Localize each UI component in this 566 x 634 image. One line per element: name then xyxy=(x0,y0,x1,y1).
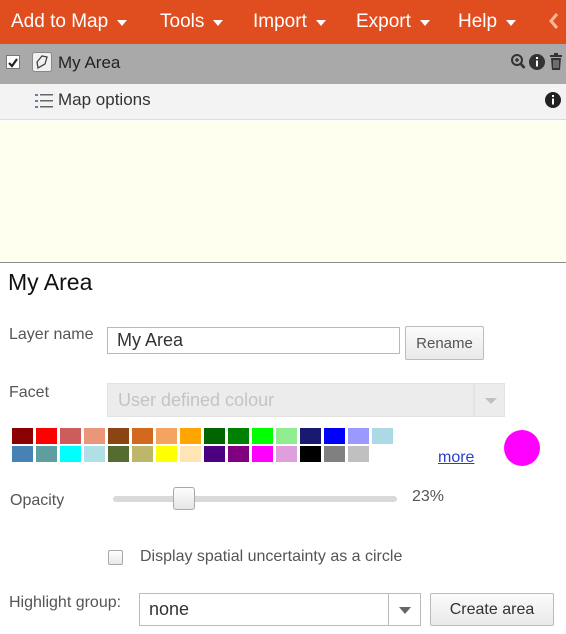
create-area-button[interactable]: Create area xyxy=(430,593,554,626)
panel-title: My Area xyxy=(8,269,93,295)
layer-name-field-label: Layer name xyxy=(9,326,94,343)
layer-list-empty-area xyxy=(0,121,566,263)
area-icon xyxy=(32,52,52,72)
menu-import[interactable]: Import xyxy=(253,11,326,33)
menu-help-label: Help xyxy=(458,11,498,32)
selected-colour-swatch[interactable] xyxy=(504,430,540,466)
highlight-group-select[interactable]: none xyxy=(139,593,389,626)
menu-help[interactable]: Help xyxy=(458,11,517,33)
layer-actions xyxy=(510,53,564,76)
info-icon[interactable] xyxy=(528,53,546,76)
colour-swatch[interactable] xyxy=(228,446,249,462)
colour-swatch[interactable] xyxy=(204,428,225,444)
colour-swatch[interactable] xyxy=(324,428,345,444)
menu-import-label: Import xyxy=(253,11,307,32)
menu-add-to-map-label: Add to Map xyxy=(11,11,109,32)
colour-swatch[interactable] xyxy=(300,428,321,444)
colour-swatch[interactable] xyxy=(180,446,201,462)
map-options-label: Map options xyxy=(58,90,151,109)
colour-swatch[interactable] xyxy=(348,446,369,462)
layer-visibility-checkbox[interactable] xyxy=(6,55,20,69)
more-colours-link[interactable]: more xyxy=(438,449,474,467)
colour-swatch[interactable] xyxy=(84,446,105,462)
colour-swatch[interactable] xyxy=(348,428,369,444)
menu-export-label: Export xyxy=(356,11,411,32)
highlight-group-label: Highlight group: xyxy=(9,594,122,611)
colour-palette xyxy=(12,428,412,464)
menu-export[interactable]: Export xyxy=(356,11,430,33)
colour-swatch[interactable] xyxy=(156,446,177,462)
menu-tools[interactable]: Tools xyxy=(160,11,224,33)
opacity-slider[interactable] xyxy=(113,487,397,510)
colour-swatch[interactable] xyxy=(252,428,273,444)
menu-tools-label: Tools xyxy=(160,11,205,32)
layer-row-my-area[interactable]: My Area xyxy=(0,44,566,84)
info-icon[interactable] xyxy=(544,91,562,114)
colour-swatch[interactable] xyxy=(372,428,393,444)
colour-swatch[interactable] xyxy=(276,428,297,444)
map-options-row[interactable]: Map options xyxy=(0,84,566,120)
colour-swatch[interactable] xyxy=(60,428,81,444)
colour-swatch[interactable] xyxy=(156,428,177,444)
palette-row xyxy=(12,446,412,462)
rename-button[interactable]: Rename xyxy=(405,326,484,360)
colour-swatch[interactable] xyxy=(36,446,57,462)
uncertainty-circle-label: Display spatial uncertainty as a circle xyxy=(140,548,403,565)
list-icon xyxy=(34,91,54,116)
caret-down-icon xyxy=(419,19,430,26)
colour-swatch[interactable] xyxy=(228,428,249,444)
palette-row xyxy=(12,428,412,444)
caret-down-icon xyxy=(117,19,128,26)
colour-swatch[interactable] xyxy=(12,428,33,444)
trash-icon[interactable] xyxy=(548,53,564,76)
caret-down-icon xyxy=(506,19,517,26)
colour-swatch[interactable] xyxy=(36,428,57,444)
colour-swatch[interactable] xyxy=(252,446,273,462)
colour-swatch[interactable] xyxy=(132,428,153,444)
colour-swatch[interactable] xyxy=(84,428,105,444)
colour-swatch[interactable] xyxy=(60,446,81,462)
menu-add-to-map[interactable]: Add to Map xyxy=(11,11,128,33)
colour-swatch[interactable] xyxy=(132,446,153,462)
colour-swatch[interactable] xyxy=(276,446,297,462)
colour-swatch[interactable] xyxy=(300,446,321,462)
facet-dropdown-arrow-icon xyxy=(474,383,505,417)
layer-name-input[interactable]: My Area xyxy=(107,327,400,354)
uncertainty-circle-checkbox[interactable] xyxy=(108,550,123,565)
top-menu-bar: Add to Map Tools Import Export Help xyxy=(0,0,566,44)
opacity-slider-handle[interactable] xyxy=(173,487,196,510)
facet-label: Facet xyxy=(9,384,50,401)
zoom-icon[interactable] xyxy=(510,53,526,76)
facet-select: User defined colour xyxy=(107,383,474,417)
colour-swatch[interactable] xyxy=(108,446,129,462)
highlight-group-dropdown-arrow-icon[interactable] xyxy=(389,593,421,626)
layer-name-label: My Area xyxy=(58,53,121,72)
opacity-value: 23% xyxy=(412,488,445,505)
colour-swatch[interactable] xyxy=(12,446,33,462)
colour-swatch[interactable] xyxy=(204,446,225,462)
caret-down-icon xyxy=(213,19,224,26)
opacity-label: Opacity xyxy=(10,492,65,509)
chevron-left-icon[interactable] xyxy=(548,11,560,36)
colour-swatch[interactable] xyxy=(180,428,201,444)
caret-down-icon xyxy=(315,19,326,26)
colour-swatch[interactable] xyxy=(108,428,129,444)
colour-swatch[interactable] xyxy=(324,446,345,462)
